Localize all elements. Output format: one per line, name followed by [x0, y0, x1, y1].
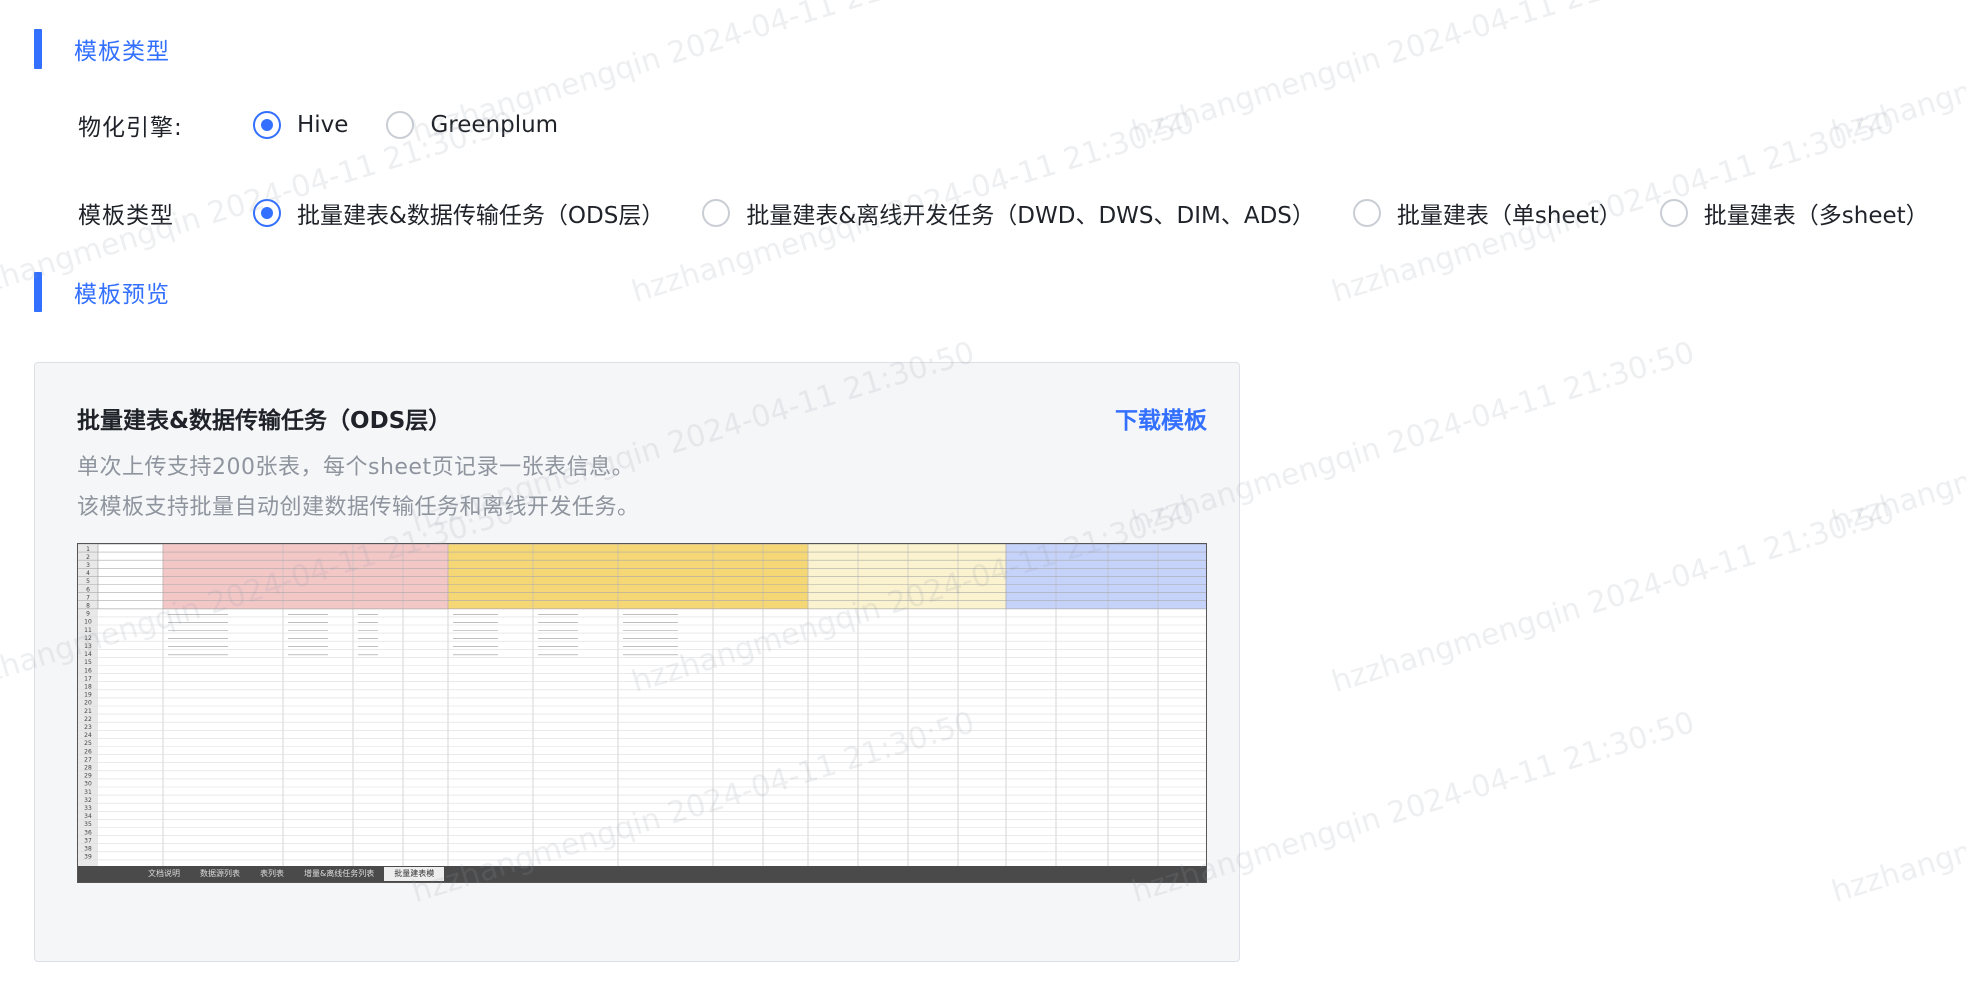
sheet-row-number: 25	[84, 740, 92, 747]
spreadsheet-preview: 1234567891011121314151617181920212223242…	[78, 544, 1206, 868]
sheet-row-number: 36	[84, 829, 92, 836]
watermark-text: hzzhangmengqin 2024-04-11 21:30:50	[1127, 0, 1699, 150]
sheet-row-number: 19	[84, 692, 92, 699]
radio-unchecked-icon[interactable]	[1659, 199, 1688, 227]
sheet-row-number: 10	[84, 619, 92, 626]
sheet-row-number: 17	[84, 675, 92, 682]
engine-option-label: Hive	[297, 112, 349, 138]
radio-unchecked-icon[interactable]	[702, 199, 731, 227]
engine-row: 物化引擎: Hive Greenplum	[78, 105, 596, 145]
sheet-row-number: 39	[84, 854, 92, 861]
template-option-label: 批量建表（单sheet）	[1396, 203, 1622, 229]
sheet-row-number: 26	[84, 748, 92, 755]
watermark-text: hzzhangmengqin 2024-04-11 21:30:50	[1327, 495, 1899, 700]
sheet-row-number: 14	[84, 651, 92, 658]
sheet-row-number: 9	[86, 611, 90, 618]
sheet-row-number: 38	[84, 846, 92, 853]
template-preview-section-title: 模板预览	[74, 282, 170, 308]
radio-checked-icon[interactable]	[253, 199, 281, 227]
sheet-row-number: 35	[84, 821, 92, 828]
sheet-row-number: 24	[84, 732, 92, 739]
sheet-row-number: 34	[84, 813, 92, 820]
template-option-label: 批量建表&数据传输任务（ODS层）	[297, 203, 665, 229]
sheet-row-number: 37	[84, 837, 92, 844]
engine-label: 物化引擎:	[78, 115, 183, 141]
sheet-row-number: 4	[86, 570, 90, 577]
radio-unchecked-icon[interactable]	[1352, 199, 1381, 227]
template-type-section-header: 模板类型	[34, 29, 170, 69]
sheet-row-number: 23	[84, 724, 92, 731]
radio-unchecked-icon[interactable]	[386, 111, 415, 139]
template-radio-single-sheet[interactable]: 批量建表（单sheet）	[1352, 196, 1622, 230]
sheet-row-number: 6	[86, 586, 90, 593]
sheet-tab: 数据源列表	[200, 869, 240, 878]
template-radio-multi-sheet[interactable]: 批量建表（多sheet）	[1659, 196, 1929, 230]
template-type-section-title: 模板类型	[74, 39, 170, 65]
sheet-row-number: 32	[84, 797, 92, 804]
sheet-row-number: 27	[84, 756, 92, 763]
sheet-row-number: 3	[86, 562, 90, 569]
template-preview-card: 批量建表&数据传输任务（ODS层） 下载模板 单次上传支持200张表，每个she…	[34, 362, 1240, 962]
sheet-row-number: 16	[84, 667, 92, 674]
sheet-row-number: 28	[84, 765, 92, 772]
sheet-tab: 表列表	[260, 869, 284, 878]
sheet-tab-bar: 文档说明 数据源列表 表列表 增量&离线任务列表 批量建表模	[78, 866, 1206, 882]
sheet-row-number: 21	[84, 708, 92, 715]
download-template-link[interactable]: 下载模板	[1115, 401, 1207, 435]
sheet-row-number: 18	[84, 684, 92, 691]
sheet-tab: 增量&离线任务列表	[304, 869, 375, 878]
template-sheet-image: 1 2 3 4 5 6 7 8 9 10 11 12 13 14 15 16 17 18 19 20 21 22 23 24 2…	[77, 543, 1207, 883]
section-accent-bar	[34, 272, 42, 312]
template-radio-ods[interactable]: 批量建表&数据传输任务（ODS层）	[253, 196, 664, 230]
sheet-tab: 批量建表模	[384, 867, 445, 881]
preview-card-title: 批量建表&数据传输任务（ODS层）	[77, 408, 452, 434]
watermark-text: hzzhangmengqin 2024-04-11 21:30:50	[1827, 705, 1966, 910]
engine-radio-greenplum[interactable]: Greenplum	[386, 111, 558, 139]
template-type-radio-group: 批量建表&数据传输任务（ODS层） 批量建表&离线开发任务（DWD、DWS、DI…	[253, 196, 1929, 230]
template-type-row: 模板类型 批量建表&数据传输任务（ODS层） 批量建表&离线开发任务（DWD、D…	[78, 193, 1929, 233]
sheet-row-number: 33	[84, 805, 92, 812]
template-radio-offline[interactable]: 批量建表&离线开发任务（DWD、DWS、DIM、ADS）	[702, 196, 1315, 230]
sheet-row-number: 1	[86, 546, 90, 553]
sheet-row-number: 22	[84, 716, 92, 723]
engine-radio-group: Hive Greenplum	[253, 111, 596, 139]
sheet-row-number: 7	[86, 594, 90, 601]
sheet-row-number: 5	[86, 578, 90, 585]
sheet-row-number: 29	[84, 773, 92, 780]
preview-desc-line-2: 该模板支持批量自动创建数据传输任务和离线开发任务。	[77, 495, 640, 520]
template-type-label: 模板类型	[78, 203, 174, 229]
watermark-text: hzzhangmengqin 2024-04-11 21:30:50	[1827, 335, 1966, 540]
sheet-row-number: 11	[84, 627, 92, 634]
radio-checked-icon[interactable]	[253, 111, 281, 139]
sheet-row-number: 8	[86, 603, 90, 610]
engine-option-label: Greenplum	[430, 112, 559, 138]
sheet-row-number: 12	[84, 635, 92, 642]
sheet-row-number: 20	[84, 700, 92, 707]
watermark-text: hzzhangmengqin 2024-04-11 21:30:50	[1827, 0, 1966, 150]
preview-desc-line-1: 单次上传支持200张表，每个sheet页记录一张表信息。	[77, 455, 635, 480]
template-option-label: 批量建表&离线开发任务（DWD、DWS、DIM、ADS）	[746, 203, 1315, 229]
sheet-row-number: 30	[84, 781, 92, 788]
template-preview-section-header: 模板预览	[34, 272, 170, 312]
template-option-label: 批量建表（多sheet）	[1703, 203, 1929, 229]
engine-radio-hive[interactable]: Hive	[253, 111, 348, 139]
sheet-row-number: 13	[84, 643, 92, 650]
section-accent-bar	[34, 29, 42, 69]
sheet-tab: 文档说明	[148, 869, 180, 878]
sheet-row-number: 15	[84, 659, 92, 666]
sheet-row-number: 31	[84, 789, 92, 796]
sheet-row-number: 2	[86, 554, 90, 561]
